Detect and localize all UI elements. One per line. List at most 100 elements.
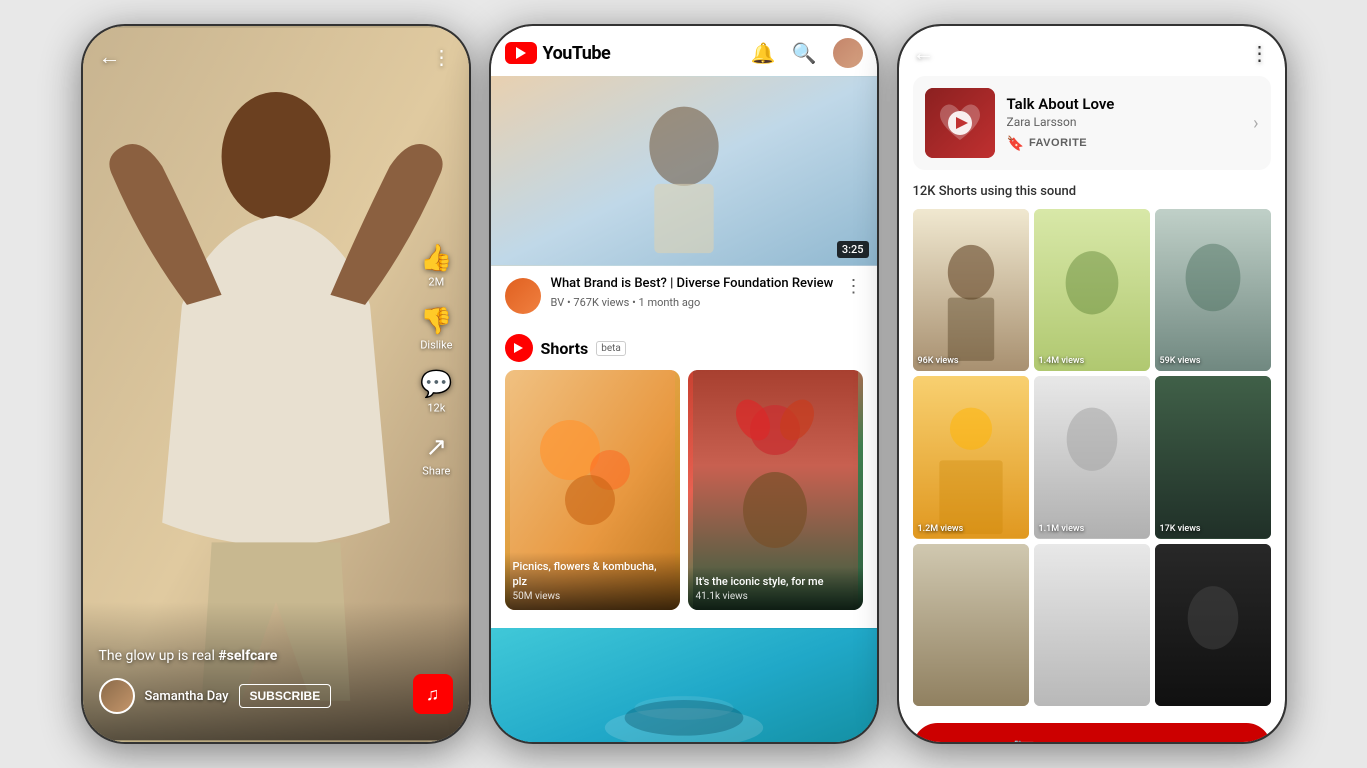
shorts-beta-badge: beta <box>596 341 626 356</box>
comment-icon: 💬 <box>420 370 452 400</box>
grid-cell-8-inner <box>1034 544 1150 706</box>
music-icon: ♫ <box>426 684 440 705</box>
phone-2-screen: YouTube 🔔 🔍 <box>491 26 877 742</box>
grid-cell-4-bg: 1.2M views <box>913 376 1029 538</box>
chevron-right-icon: › <box>1253 113 1258 134</box>
short-1-caption: Picnics, flowers & kombucha, plz <box>513 560 672 589</box>
grid-cell-2-inner: 1.4M views <box>1034 209 1150 371</box>
more-options-button-3[interactable]: ⋮ <box>1250 41 1271 65</box>
phone1-top-bar: ← ⋮ <box>99 44 453 70</box>
song-info: Talk About Love Zara Larsson 🔖 FAVORITE <box>1007 95 1242 152</box>
sound-videos-grid: 96K views 1.4M views <box>899 209 1285 711</box>
grid-cell-3-views: 59K views <box>1160 356 1201 366</box>
video-caption-area: The glow up is real #selfcare Samantha D… <box>99 648 399 714</box>
grid-cell-9-inner <box>1155 544 1271 706</box>
video-info: What Brand is Best? | Diverse Foundation… <box>491 266 877 324</box>
short-1-views: 50M views <box>513 591 672 602</box>
channel-name: Samantha Day <box>145 689 229 704</box>
like-button[interactable]: 👍 2M <box>420 244 452 289</box>
use-sound-bar: 📷 USE THIS SOUND <box>899 711 1285 742</box>
song-card: Talk About Love Zara Larsson 🔖 FAVORITE … <box>913 76 1271 170</box>
more-options-button[interactable]: ⋮ <box>432 45 453 69</box>
video-figure <box>83 26 469 742</box>
phone-2: YouTube 🔔 🔍 <box>489 24 879 744</box>
grid-cell-4[interactable]: 1.2M views <box>913 376 1029 538</box>
short-2-caption: It's the iconic style, for me <box>696 575 855 589</box>
back-button-3[interactable]: ← <box>913 40 935 66</box>
short-card-1[interactable]: Picnics, flowers & kombucha, plz 50M vie… <box>505 370 680 610</box>
video-more-button[interactable]: ⋮ <box>845 276 863 297</box>
grid-cell-7-bg <box>913 544 1029 706</box>
use-this-sound-button[interactable]: 📷 USE THIS SOUND <box>913 723 1271 742</box>
youtube-logo-icon <box>505 42 537 64</box>
favorite-label: FAVORITE <box>1029 137 1087 149</box>
hashtag: #selfcare <box>218 648 277 664</box>
phone-1-screen: ← ⋮ 👍 2M 👎 Dislike 💬 12k ↗ <box>83 26 469 742</box>
camera-icon: 📷 <box>1013 737 1035 742</box>
grid-cell-1-inner: 96K views <box>913 209 1029 371</box>
grid-cell-6[interactable]: 17K views <box>1155 376 1271 538</box>
grid-cell-1[interactable]: 96K views <box>913 209 1029 371</box>
grid-cell-5-inner: 1.1M views <box>1034 376 1150 538</box>
grid-cell-7[interactable] <box>913 544 1029 706</box>
song-title: Talk About Love <box>1007 95 1242 113</box>
thumbs-down-icon: 👎 <box>420 307 452 337</box>
youtube-logo-area: YouTube <box>505 42 611 64</box>
grid-row-2: 1.2M views 1.1M views <box>913 376 1271 538</box>
subscribe-button[interactable]: SUBSCRIBE <box>239 684 332 708</box>
use-sound-label: USE THIS SOUND <box>1043 739 1171 742</box>
grid-cell-1-bg: 96K views <box>913 209 1029 371</box>
grid-cell-3-inner: 59K views <box>1155 209 1271 371</box>
thumbs-up-icon: 👍 <box>420 244 452 274</box>
channel-row: Samantha Day SUBSCRIBE <box>99 678 399 714</box>
grid-cell-6-inner: 17K views <box>1155 376 1271 538</box>
grid-cell-7-inner <box>913 544 1029 706</box>
user-avatar[interactable] <box>833 38 863 68</box>
grid-cell-6-views: 17K views <box>1160 524 1201 534</box>
music-button[interactable]: ♫ <box>413 674 453 714</box>
grid-row-1: 96K views 1.4M views <box>913 209 1271 371</box>
like-count: 2M <box>428 276 444 289</box>
favorite-button[interactable]: 🔖 FAVORITE <box>1007 135 1088 152</box>
grid-cell-2-bg: 1.4M views <box>1034 209 1150 371</box>
comment-button[interactable]: 💬 12k <box>420 370 452 415</box>
dislike-button[interactable]: 👎 Dislike <box>420 307 452 352</box>
song-thumbnail <box>925 88 995 158</box>
search-icon[interactable]: 🔍 <box>792 41 817 65</box>
shorts-count-label: 12K Shorts using this sound <box>899 184 1285 209</box>
grid-row-3 <box>913 544 1271 706</box>
avatar <box>99 678 135 714</box>
back-button[interactable]: ← <box>99 44 121 70</box>
video-duration: 3:25 <box>837 241 869 258</box>
phone-3-screen: ← ⋮ <box>899 26 1285 742</box>
grid-cell-5[interactable]: 1.1M views <box>1034 376 1150 538</box>
sound-header: ← ⋮ <box>899 26 1285 76</box>
grid-cell-5-views: 1.1M views <box>1039 524 1085 534</box>
grid-cell-9[interactable] <box>1155 544 1271 706</box>
share-button[interactable]: ↗ Share <box>422 433 450 478</box>
video-thumb-bg <box>491 76 877 266</box>
grid-cell-2-views: 1.4M views <box>1039 356 1085 366</box>
grid-cell-9-bg <box>1155 544 1271 706</box>
dislike-label: Dislike <box>420 339 452 352</box>
youtube-logo-text: YouTube <box>543 43 611 64</box>
short-2-views: 41.1k views <box>696 591 855 602</box>
grid-cell-8-bg <box>1034 544 1150 706</box>
channel-avatar[interactable] <box>505 278 541 314</box>
video-title: What Brand is Best? | Diverse Foundation… <box>551 276 835 293</box>
bell-icon[interactable]: 🔔 <box>751 41 776 65</box>
grid-cell-2[interactable]: 1.4M views <box>1034 209 1150 371</box>
video-thumbnail[interactable]: 3:25 <box>491 76 877 266</box>
header-icons: 🔔 🔍 <box>751 38 863 68</box>
grid-cell-8[interactable] <box>1034 544 1150 706</box>
grid-cell-6-bg: 17K views <box>1155 376 1271 538</box>
grid-cell-4-inner: 1.2M views <box>913 376 1029 538</box>
short-card-2[interactable]: It's the iconic style, for me 41.1k view… <box>688 370 863 610</box>
video-meta: What Brand is Best? | Diverse Foundation… <box>551 276 835 309</box>
youtube-content: 3:25 What Brand is Best? | Diverse Found… <box>491 76 877 742</box>
right-actions-panel: 👍 2M 👎 Dislike 💬 12k ↗ Share <box>420 244 452 478</box>
video-sub-info: BV • 767K views • 1 month ago <box>551 296 835 309</box>
next-video-thumbnail[interactable] <box>491 628 877 742</box>
grid-cell-5-bg: 1.1M views <box>1034 376 1150 538</box>
grid-cell-3[interactable]: 59K views <box>1155 209 1271 371</box>
